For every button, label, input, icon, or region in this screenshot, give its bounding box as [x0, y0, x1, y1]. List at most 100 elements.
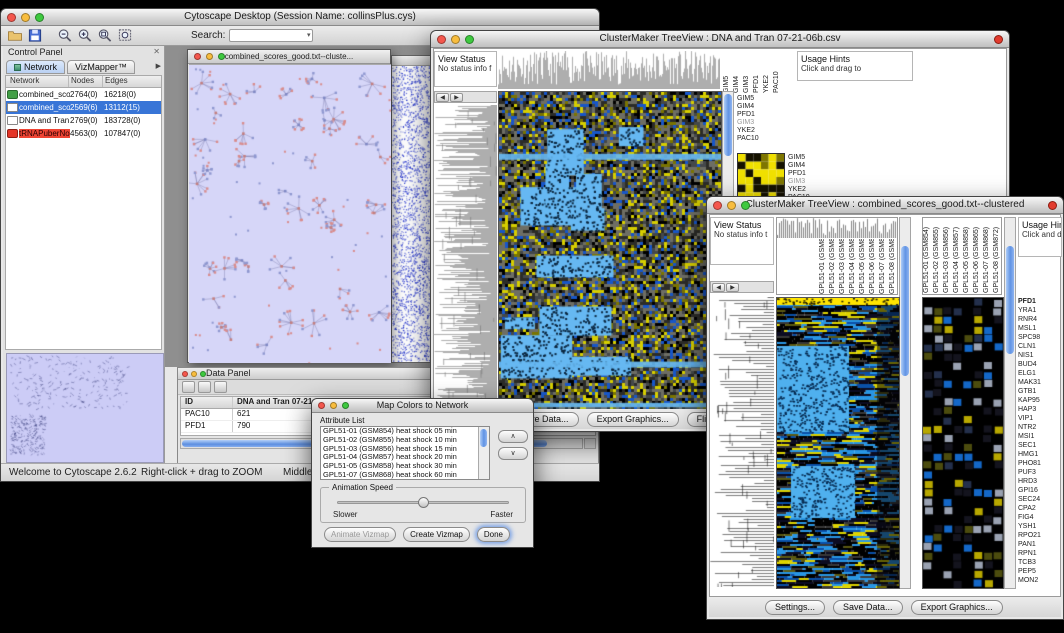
network-graph-canvas[interactable] — [189, 64, 391, 363]
tab-network[interactable]: Network — [6, 60, 65, 74]
expression-heatmap[interactable] — [498, 91, 722, 415]
minimize-button[interactable] — [451, 35, 460, 44]
close-button[interactable] — [713, 201, 722, 210]
network-nodes-count: 2569(6) — [70, 103, 104, 112]
heatmap-vscrollbar[interactable] — [899, 217, 911, 589]
attribute-list-scrollbar[interactable] — [478, 427, 489, 479]
dense-network-canvas[interactable] — [392, 66, 432, 362]
select-attributes-icon[interactable] — [182, 381, 195, 393]
column-header-edges[interactable]: Edges — [103, 76, 161, 87]
column-header-nodes[interactable]: Nodes — [69, 76, 103, 87]
treeview-combined-titlebar[interactable]: ClusterMaker TreeView : combined_scores_… — [707, 197, 1063, 214]
zoom-button[interactable] — [218, 53, 225, 60]
export-graphics-button[interactable]: Export Graphics... — [587, 412, 679, 427]
column-dendrogram[interactable] — [777, 218, 897, 238]
network-table-row[interactable]: combined_scores2764(0)16218(0) — [6, 88, 161, 101]
gene-label: PFD1 — [788, 170, 828, 178]
dendrogram-hscrollbar[interactable]: ◀ ▶ — [710, 281, 774, 293]
view-status-panel: View Status No status info t — [710, 217, 774, 265]
scroll-left-icon[interactable]: ◀ — [436, 93, 449, 102]
column-label: PAC10 — [773, 49, 780, 93]
close-icon[interactable] — [1048, 201, 1057, 210]
minimize-button[interactable] — [330, 402, 337, 409]
scroll-right-icon[interactable]: ▶ — [450, 93, 463, 102]
minimize-button[interactable] — [191, 371, 197, 377]
tab-vizmapper[interactable]: VizMapper™ — [67, 60, 135, 74]
gene-label: GIM5 — [788, 154, 828, 162]
zoom-in-icon[interactable] — [77, 28, 93, 43]
attribute-item[interactable]: GPL51-07 (GSM868) heat shock 60 min — [323, 471, 489, 480]
gene-label: HRD3 — [1018, 477, 1062, 486]
network-name: DNA and Tran 07 — [19, 116, 70, 125]
network-view-titlebar[interactable]: combined_scores_good.txt--cluste... — [188, 50, 390, 64]
network-table-row[interactable]: tRNAPuberNov24563(0)107847(0) — [6, 127, 161, 140]
network-view-window[interactable]: combined_scores_good.txt--cluste... — [187, 49, 391, 363]
close-button[interactable] — [7, 13, 16, 22]
treeview-dna-titlebar[interactable]: ClusterMaker TreeView : DNA and Tran 07-… — [431, 31, 1009, 48]
scrollbar-thumb[interactable] — [724, 94, 732, 156]
zoom-button[interactable] — [35, 13, 44, 22]
save-session-icon[interactable] — [27, 28, 43, 43]
dialog-titlebar[interactable]: Map Colors to Network — [312, 399, 533, 413]
animation-speed-slider[interactable] — [337, 501, 509, 504]
zoom-fit-icon[interactable] — [117, 28, 133, 43]
search-input[interactable]: ▾ — [229, 29, 313, 42]
minimize-button[interactable] — [21, 13, 30, 22]
attribute-matrix-icon[interactable] — [214, 381, 227, 393]
zoom-heatmap[interactable] — [737, 153, 785, 201]
dialog-button-row: Animate Vizmap Create Vizmap Done — [312, 527, 533, 542]
gene-label: NTR2 — [1018, 423, 1062, 432]
gene-label: RNR4 — [1018, 315, 1062, 324]
zoom-button[interactable] — [741, 201, 750, 210]
column-header-id[interactable]: ID — [181, 397, 233, 408]
column-header-network[interactable]: Network — [6, 76, 69, 87]
scroll-left-icon[interactable]: ◀ — [712, 283, 725, 292]
dendrogram-hscrollbar[interactable]: ◀ ▶ — [434, 91, 497, 103]
tab-overflow-arrow-icon[interactable]: ▶ — [156, 60, 161, 74]
global-heatmap[interactable] — [776, 297, 900, 589]
zoom-button[interactable] — [465, 35, 474, 44]
close-icon[interactable] — [994, 35, 1003, 44]
background-network-window[interactable] — [391, 55, 433, 363]
attribute-move-up-button[interactable]: ∧ — [498, 430, 528, 443]
network-table-row[interactable]: DNA and Tran 072769(0)183728(0) — [6, 114, 161, 127]
scrollbar-thumb[interactable] — [480, 429, 487, 447]
network-table-row[interactable]: combined_sco2569(6)13112(15) — [6, 101, 161, 114]
close-icon[interactable]: ✕ — [153, 47, 160, 56]
row-dendrogram[interactable] — [434, 105, 497, 413]
search-dropdown-icon[interactable]: ▾ — [307, 31, 311, 39]
zoom-heatmap[interactable] — [922, 297, 1004, 589]
attribute-move-down-button[interactable]: ∨ — [498, 447, 528, 460]
zoom-vscrollbar[interactable] — [1004, 217, 1016, 589]
minimize-button[interactable] — [206, 53, 213, 60]
minimize-button[interactable] — [727, 201, 736, 210]
row-dendrogram[interactable] — [710, 297, 774, 587]
create-vizmap-button[interactable]: Create Vizmap — [403, 527, 470, 542]
save-data-button[interactable]: Save Data... — [833, 600, 903, 615]
scroll-right-icon[interactable]: ▶ — [726, 283, 739, 292]
column-dendrogram[interactable] — [498, 51, 720, 89]
usage-hints-title: Usage Hints — [801, 54, 909, 64]
done-button[interactable]: Done — [477, 527, 510, 542]
open-session-icon[interactable] — [7, 28, 23, 43]
attribute-list[interactable]: GPL51-01 (GSM854) heat shock 05 minGPL51… — [320, 426, 490, 480]
export-graphics-button[interactable]: Export Graphics... — [911, 600, 1003, 615]
close-button[interactable] — [182, 371, 188, 377]
slider-thumb[interactable] — [418, 497, 429, 508]
main-window-title: Cytoscape Desktop (Session Name: collins… — [184, 11, 416, 22]
zoom-selected-icon[interactable] — [97, 28, 113, 43]
scrollbar-thumb[interactable] — [1006, 246, 1014, 354]
background-window-titlebar[interactable] — [392, 56, 432, 66]
close-button[interactable] — [318, 402, 325, 409]
zoom-button[interactable] — [342, 402, 349, 409]
gene-label: SEC24 — [1018, 495, 1062, 504]
gene-label: PHO81 — [1018, 459, 1062, 468]
close-button[interactable] — [194, 53, 201, 60]
create-attribute-icon[interactable] — [198, 381, 211, 393]
network-overview-thumbnail[interactable] — [6, 353, 164, 463]
settings-button[interactable]: Settings... — [765, 600, 825, 615]
main-titlebar[interactable]: Cytoscape Desktop (Session Name: collins… — [1, 9, 599, 26]
zoom-out-icon[interactable] — [57, 28, 73, 43]
scrollbar-thumb[interactable] — [901, 246, 909, 376]
close-button[interactable] — [437, 35, 446, 44]
